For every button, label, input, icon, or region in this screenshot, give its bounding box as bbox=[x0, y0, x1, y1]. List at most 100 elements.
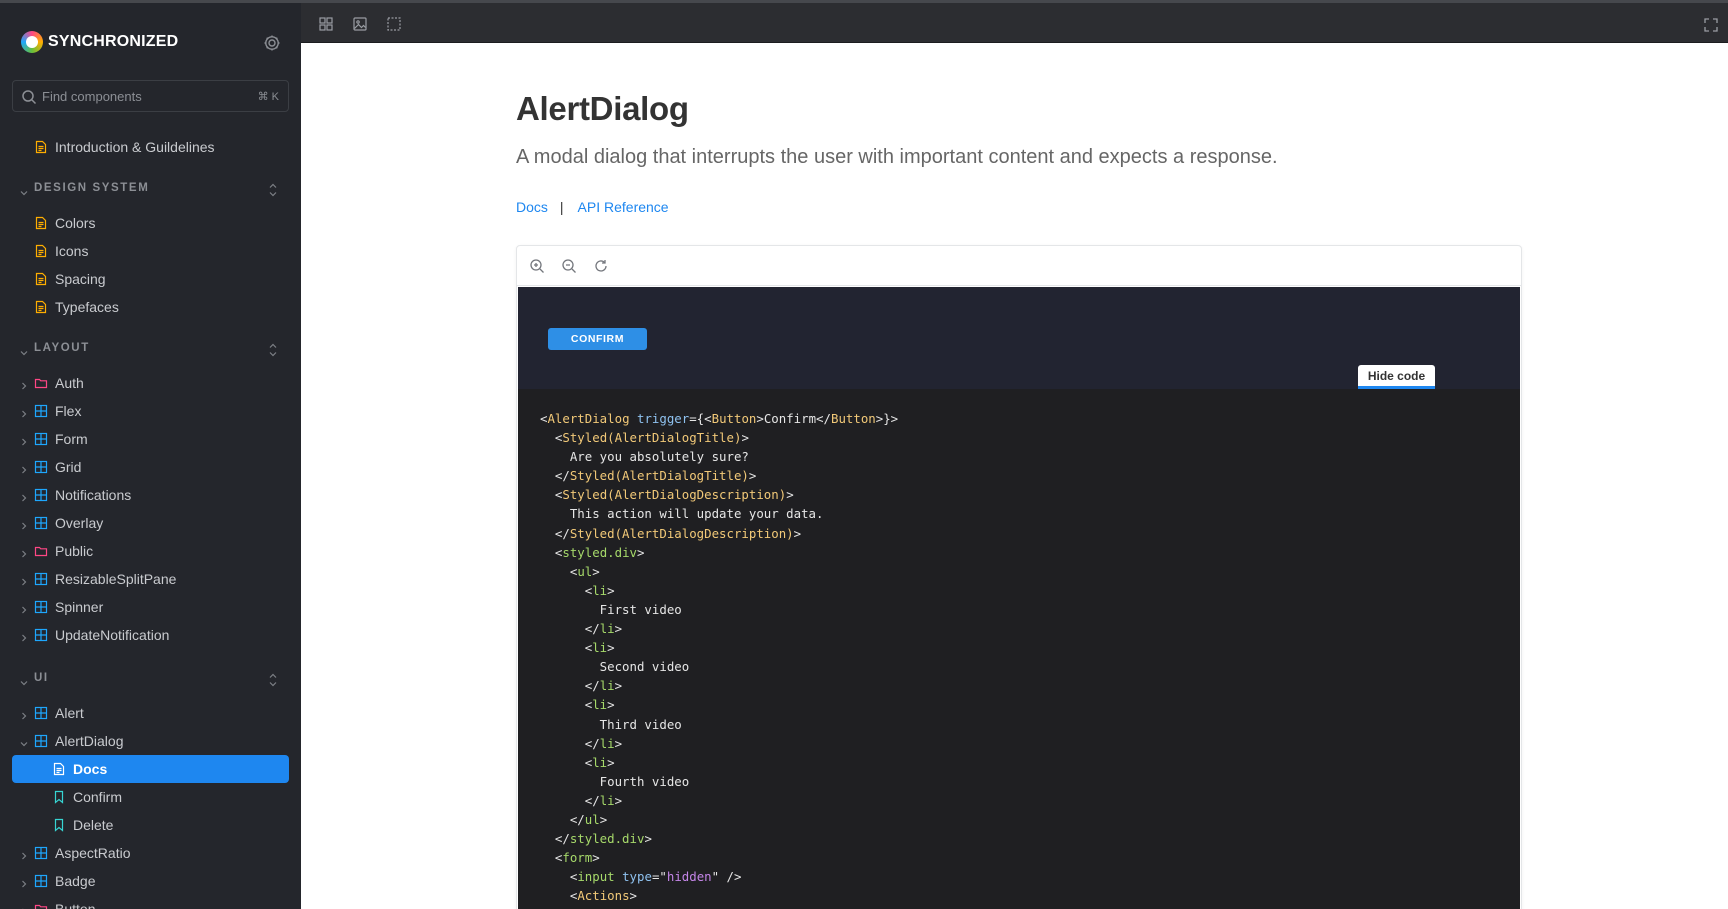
expand-collapse-icon[interactable] bbox=[267, 670, 279, 690]
sidebar-item-form[interactable]: Form bbox=[12, 425, 289, 453]
sidebar-item-label: Overlay bbox=[55, 515, 104, 531]
sidebar-item-label: Form bbox=[55, 431, 88, 447]
chevron-right-icon[interactable] bbox=[19, 434, 29, 446]
document-icon bbox=[34, 300, 48, 314]
sidebar-section-layout[interactable]: LAYOUT bbox=[12, 340, 289, 360]
sidebar-item-resizablesplitpane[interactable]: ResizableSplitPane bbox=[12, 565, 289, 593]
chevron-down-icon[interactable] bbox=[19, 345, 29, 356]
chevron-down-icon[interactable] bbox=[19, 185, 29, 196]
chevron-right-icon[interactable] bbox=[19, 546, 29, 558]
chevron-right-icon[interactable] bbox=[19, 518, 29, 530]
component-icon bbox=[34, 572, 48, 586]
outline-icon[interactable] bbox=[386, 16, 402, 32]
sidebar-item-label: Alert bbox=[55, 705, 84, 721]
component-icon bbox=[34, 516, 48, 530]
folder-icon bbox=[34, 544, 48, 558]
component-icon bbox=[34, 706, 48, 720]
sidebar-item-alertdialog[interactable]: AlertDialog bbox=[12, 727, 289, 755]
hide-code-button[interactable]: Hide code bbox=[1358, 365, 1435, 389]
sidebar-item-auth[interactable]: Auth bbox=[12, 369, 289, 397]
sidebar-item-introduction-guildelines[interactable]: Introduction & Guildelines bbox=[12, 133, 289, 161]
sidebar-item-alert[interactable]: Alert bbox=[12, 699, 289, 727]
api-reference-link[interactable]: API Reference bbox=[578, 199, 669, 215]
chevron-right-icon[interactable] bbox=[19, 574, 29, 586]
sidebar-item-label: Spinner bbox=[55, 599, 104, 615]
sidebar-section-ui[interactable]: UI bbox=[12, 670, 289, 690]
sidebar-item-label: UpdateNotification bbox=[55, 627, 170, 643]
sidebar-item-label: Introduction & Guildelines bbox=[55, 139, 215, 155]
component-icon bbox=[34, 600, 48, 614]
grid-icon[interactable] bbox=[318, 16, 334, 32]
sidebar-item-label: ResizableSplitPane bbox=[55, 571, 177, 587]
sidebar-item-label: Public bbox=[55, 543, 94, 559]
component-icon bbox=[34, 432, 48, 446]
chevron-right-icon[interactable] bbox=[19, 406, 29, 418]
sidebar-item-grid[interactable]: Grid bbox=[12, 453, 289, 481]
chevron-right-icon[interactable] bbox=[19, 708, 29, 720]
doc-links: Docs | API Reference bbox=[516, 199, 669, 215]
sidebar-item-badge[interactable]: Badge bbox=[12, 867, 289, 895]
sidebar-item-updatenotification[interactable]: UpdateNotification bbox=[12, 621, 289, 649]
sidebar-item-icons[interactable]: Icons bbox=[12, 237, 289, 265]
search-icon bbox=[22, 90, 37, 105]
sidebar-item-delete[interactable]: Delete bbox=[12, 811, 289, 839]
expand-collapse-icon[interactable] bbox=[267, 180, 279, 200]
chevron-down-icon[interactable] bbox=[19, 736, 29, 747]
sidebar-section-design-system[interactable]: DESIGN SYSTEM bbox=[12, 180, 289, 200]
sidebar-item-notifications[interactable]: Notifications bbox=[12, 481, 289, 509]
bookmark-icon bbox=[52, 818, 66, 832]
chevron-right-icon[interactable] bbox=[19, 378, 29, 390]
sidebar-item-label: Badge bbox=[55, 873, 96, 889]
chevron-right-icon[interactable] bbox=[19, 904, 29, 909]
expand-collapse-icon[interactable] bbox=[267, 340, 279, 360]
search-placeholder: Find components bbox=[42, 89, 142, 104]
chevron-right-icon[interactable] bbox=[19, 630, 29, 642]
section-title: LAYOUT bbox=[34, 342, 90, 354]
section-title: UI bbox=[34, 672, 49, 684]
sidebar-item-label: Auth bbox=[55, 375, 84, 391]
image-icon[interactable] bbox=[352, 16, 368, 32]
sidebar-item-public[interactable]: Public bbox=[12, 537, 289, 565]
brand-logo[interactable]: SYNCHRONIZED bbox=[21, 31, 178, 53]
docs-link[interactable]: Docs bbox=[516, 199, 548, 215]
search-field[interactable]: Find components ⌘ K bbox=[12, 80, 289, 112]
sidebar-item-typefaces[interactable]: Typefaces bbox=[12, 293, 289, 321]
gear-icon[interactable] bbox=[262, 33, 282, 53]
sidebar-item-flex[interactable]: Flex bbox=[12, 397, 289, 425]
folder-icon bbox=[34, 376, 48, 390]
zoom-reset-icon[interactable] bbox=[593, 258, 609, 274]
fullscreen-icon[interactable] bbox=[1703, 17, 1719, 33]
chevron-right-icon[interactable] bbox=[19, 462, 29, 474]
document-icon bbox=[34, 140, 48, 154]
code-content: <AlertDialog trigger={<Button>Confirm</B… bbox=[540, 411, 899, 904]
chevron-right-icon[interactable] bbox=[19, 876, 29, 888]
document-icon bbox=[34, 272, 48, 286]
sidebar-item-docs[interactable]: Docs bbox=[12, 755, 289, 783]
sidebar-item-spacing[interactable]: Spacing bbox=[12, 265, 289, 293]
sidebar-item-spinner[interactable]: Spinner bbox=[12, 593, 289, 621]
chevron-down-icon[interactable] bbox=[19, 675, 29, 686]
chevron-right-icon[interactable] bbox=[19, 848, 29, 860]
document-icon bbox=[34, 216, 48, 230]
chevron-right-icon[interactable] bbox=[19, 490, 29, 502]
brand-name: SYNCHRONIZED bbox=[48, 33, 179, 50]
sidebar-item-label: Typefaces bbox=[55, 299, 119, 315]
chevron-right-icon[interactable] bbox=[19, 602, 29, 614]
sidebar-item-overlay[interactable]: Overlay bbox=[12, 509, 289, 537]
brand-mark-icon bbox=[21, 31, 43, 53]
sidebar-item-label: AlertDialog bbox=[55, 733, 124, 749]
sidebar-item-button[interactable]: Button bbox=[12, 895, 289, 909]
sidebar-item-label: Button bbox=[55, 901, 96, 909]
sidebar-item-aspectratio[interactable]: AspectRatio bbox=[12, 839, 289, 867]
sidebar-item-label: Notifications bbox=[55, 487, 132, 503]
zoom-in-icon[interactable] bbox=[529, 258, 545, 274]
link-separator: | bbox=[559, 199, 564, 215]
sidebar-item-confirm[interactable]: Confirm bbox=[12, 783, 289, 811]
sidebar-item-colors[interactable]: Colors bbox=[12, 209, 289, 237]
sidebar: SYNCHRONIZED Find components ⌘ K Introdu… bbox=[0, 0, 301, 909]
zoom-out-icon[interactable] bbox=[561, 258, 577, 274]
document-icon bbox=[34, 244, 48, 258]
sidebar-item-label: AspectRatio bbox=[55, 845, 131, 861]
sidebar-item-label: Colors bbox=[55, 215, 96, 231]
confirm-button[interactable]: CONFIRM bbox=[548, 328, 647, 350]
